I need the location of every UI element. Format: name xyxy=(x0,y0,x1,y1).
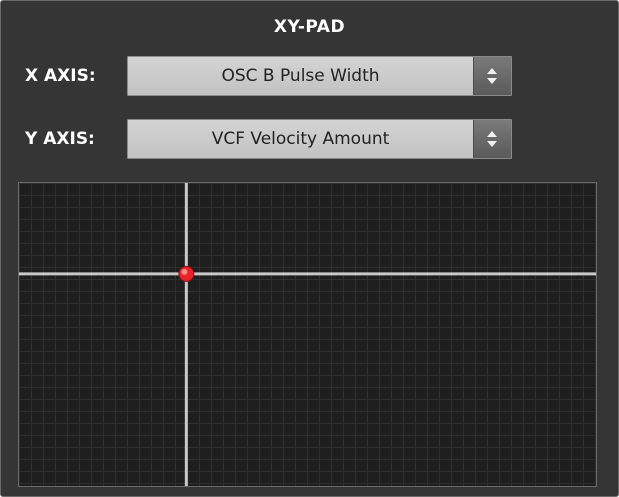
x-axis-select[interactable]: OSC B Pulse Width xyxy=(127,56,512,96)
y-axis-selected-value: VCF Velocity Amount xyxy=(211,129,390,149)
y-axis-row: Y AXIS: VCF Velocity Amount xyxy=(1,119,618,159)
x-axis-label: X AXIS: xyxy=(25,66,96,86)
arrow-up-icon xyxy=(487,131,497,137)
arrow-down-icon xyxy=(487,78,497,84)
xy-pad-area[interactable] xyxy=(18,182,597,487)
xy-pad-canvas xyxy=(19,183,596,486)
y-axis-up-down-icon[interactable] xyxy=(473,120,511,158)
panel-title: XY-PAD xyxy=(273,17,346,37)
x-axis-up-down-icon[interactable] xyxy=(473,57,511,95)
y-axis-select[interactable]: VCF Velocity Amount xyxy=(127,119,512,159)
arrow-down-icon xyxy=(487,141,497,147)
xy-pad-handle-highlight xyxy=(181,268,188,275)
arrow-up-icon xyxy=(487,68,497,74)
y-axis-label: Y AXIS: xyxy=(25,129,95,149)
x-axis-selected-value: OSC B Pulse Width xyxy=(221,66,380,86)
xy-pad-panel: XY-PAD X AXIS: OSC B Pulse Width Y AXIS:… xyxy=(0,0,619,497)
x-axis-row: X AXIS: OSC B Pulse Width xyxy=(1,56,618,96)
